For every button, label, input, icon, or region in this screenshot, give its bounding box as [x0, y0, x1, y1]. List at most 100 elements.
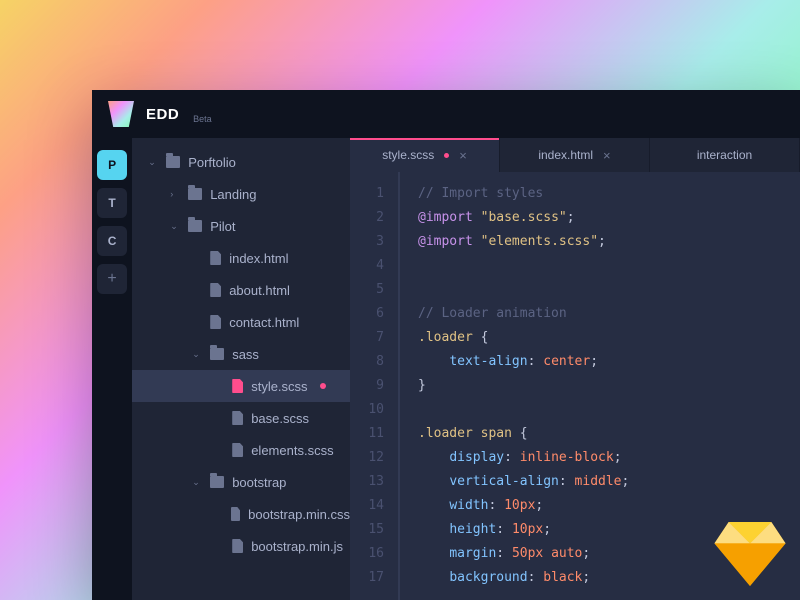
- folder-Porftolio[interactable]: ⌄ Porftolio: [132, 146, 350, 178]
- code-line[interactable]: .loader span {: [418, 422, 782, 446]
- folder-Pilot[interactable]: ⌄ Pilot: [132, 210, 350, 242]
- folder-icon: [166, 156, 180, 168]
- folder-icon: [188, 220, 202, 232]
- editor-window: EDD Beta PTC + ⌄ Porftolio › Landing ⌄ Pilot in…: [92, 90, 800, 600]
- code-line[interactable]: text-align: center;: [418, 350, 782, 374]
- line-number: 1: [350, 182, 384, 206]
- modified-dot-icon: [320, 383, 326, 389]
- tab-style-scss[interactable]: style.scss ×: [350, 138, 500, 172]
- rail-item-t[interactable]: T: [97, 188, 127, 218]
- tree-item-label: contact.html: [229, 315, 299, 330]
- line-number: 12: [350, 446, 384, 470]
- file-style-scss[interactable]: style.scss: [132, 370, 350, 402]
- folder-icon: [210, 348, 224, 360]
- file-contact-html[interactable]: contact.html: [132, 306, 350, 338]
- tab-label: index.html: [538, 148, 593, 162]
- code-line[interactable]: .loader {: [418, 326, 782, 350]
- tree-item-label: bootstrap.min.js: [251, 539, 343, 554]
- code-line[interactable]: }: [418, 374, 782, 398]
- file-index-html[interactable]: index.html: [132, 242, 350, 274]
- chevron-right-icon: ›: [170, 189, 180, 199]
- line-number: 9: [350, 374, 384, 398]
- code-line[interactable]: vertical-align: middle;: [418, 470, 782, 494]
- tree-item-label: about.html: [229, 283, 290, 298]
- chevron-down-icon: ⌄: [170, 221, 180, 232]
- tab-label: interaction: [697, 148, 752, 162]
- folder-sass[interactable]: ⌄ sass: [132, 338, 350, 370]
- code-line[interactable]: width: 10px;: [418, 494, 782, 518]
- app-logo-icon: [108, 101, 134, 127]
- close-icon[interactable]: ×: [603, 148, 611, 163]
- app-badge: Beta: [193, 114, 212, 138]
- folder-bootstrap[interactable]: ⌄ bootstrap: [132, 466, 350, 498]
- folder-icon: [210, 476, 224, 488]
- file-tree: ⌄ Porftolio › Landing ⌄ Pilot index.html about.…: [132, 138, 350, 600]
- line-gutter: 1234567891011121314151617: [350, 172, 400, 600]
- tree-item-label: sass: [232, 347, 259, 362]
- line-number: 4: [350, 254, 384, 278]
- file-icon: [210, 251, 221, 265]
- editor-tabs: style.scss × index.html × interaction: [350, 138, 800, 172]
- code-line[interactable]: // Loader animation: [418, 302, 782, 326]
- line-number: 17: [350, 566, 384, 590]
- line-number: 10: [350, 398, 384, 422]
- chevron-down-icon: ⌄: [192, 349, 202, 360]
- file-icon: [232, 411, 243, 425]
- line-number: 5: [350, 278, 384, 302]
- code-line[interactable]: // Import styles: [418, 182, 782, 206]
- titlebar: EDD Beta: [92, 90, 800, 138]
- modified-dot-icon: [444, 153, 449, 158]
- code-line[interactable]: display: inline-block;: [418, 446, 782, 470]
- tree-item-label: Landing: [210, 187, 256, 202]
- file-icon: [232, 443, 243, 457]
- line-number: 3: [350, 230, 384, 254]
- tab-label: style.scss: [382, 148, 434, 162]
- file-icon: [231, 507, 240, 521]
- rail-item-p[interactable]: P: [97, 150, 127, 180]
- line-number: 6: [350, 302, 384, 326]
- file-bootstrap-min-css[interactable]: bootstrap.min.css: [132, 498, 350, 530]
- line-number: 13: [350, 470, 384, 494]
- code-line[interactable]: [418, 278, 782, 302]
- folder-Landing[interactable]: › Landing: [132, 178, 350, 210]
- folder-icon: [188, 188, 202, 200]
- activity-rail: PTC +: [92, 138, 132, 600]
- code-line[interactable]: [418, 254, 782, 278]
- rail-item-c[interactable]: C: [97, 226, 127, 256]
- tree-item-label: Pilot: [210, 219, 235, 234]
- chevron-down-icon: ⌄: [148, 157, 158, 168]
- tree-item-label: bootstrap.min.css: [248, 507, 350, 522]
- close-icon[interactable]: ×: [459, 148, 467, 163]
- sketch-diamond-icon: [714, 522, 786, 586]
- line-number: 2: [350, 206, 384, 230]
- line-number: 7: [350, 326, 384, 350]
- rail-add-button[interactable]: +: [97, 264, 127, 294]
- chevron-down-icon: ⌄: [192, 477, 202, 488]
- line-number: 8: [350, 350, 384, 374]
- file-about-html[interactable]: about.html: [132, 274, 350, 306]
- file-icon: [232, 379, 243, 393]
- main-area: PTC + ⌄ Porftolio › Landing ⌄ Pilot index.html a…: [92, 138, 800, 600]
- app-name: EDD: [146, 106, 179, 123]
- tree-item-label: index.html: [229, 251, 288, 266]
- tree-item-label: bootstrap: [232, 475, 286, 490]
- tree-item-label: Porftolio: [188, 155, 236, 170]
- line-number: 11: [350, 422, 384, 446]
- code-line[interactable]: [418, 398, 782, 422]
- file-base-scss[interactable]: base.scss: [132, 402, 350, 434]
- tab-interaction[interactable]: interaction: [650, 138, 800, 172]
- line-number: 14: [350, 494, 384, 518]
- file-icon: [232, 539, 243, 553]
- tree-item-label: base.scss: [251, 411, 309, 426]
- file-icon: [210, 283, 221, 297]
- tree-item-label: style.scss: [251, 379, 307, 394]
- line-number: 15: [350, 518, 384, 542]
- tree-item-label: elements.scss: [251, 443, 333, 458]
- file-icon: [210, 315, 221, 329]
- tab-index-html[interactable]: index.html ×: [500, 138, 650, 172]
- line-number: 16: [350, 542, 384, 566]
- code-line[interactable]: @import "base.scss";: [418, 206, 782, 230]
- file-elements-scss[interactable]: elements.scss: [132, 434, 350, 466]
- file-bootstrap-min-js[interactable]: bootstrap.min.js: [132, 530, 350, 562]
- code-line[interactable]: @import "elements.scss";: [418, 230, 782, 254]
